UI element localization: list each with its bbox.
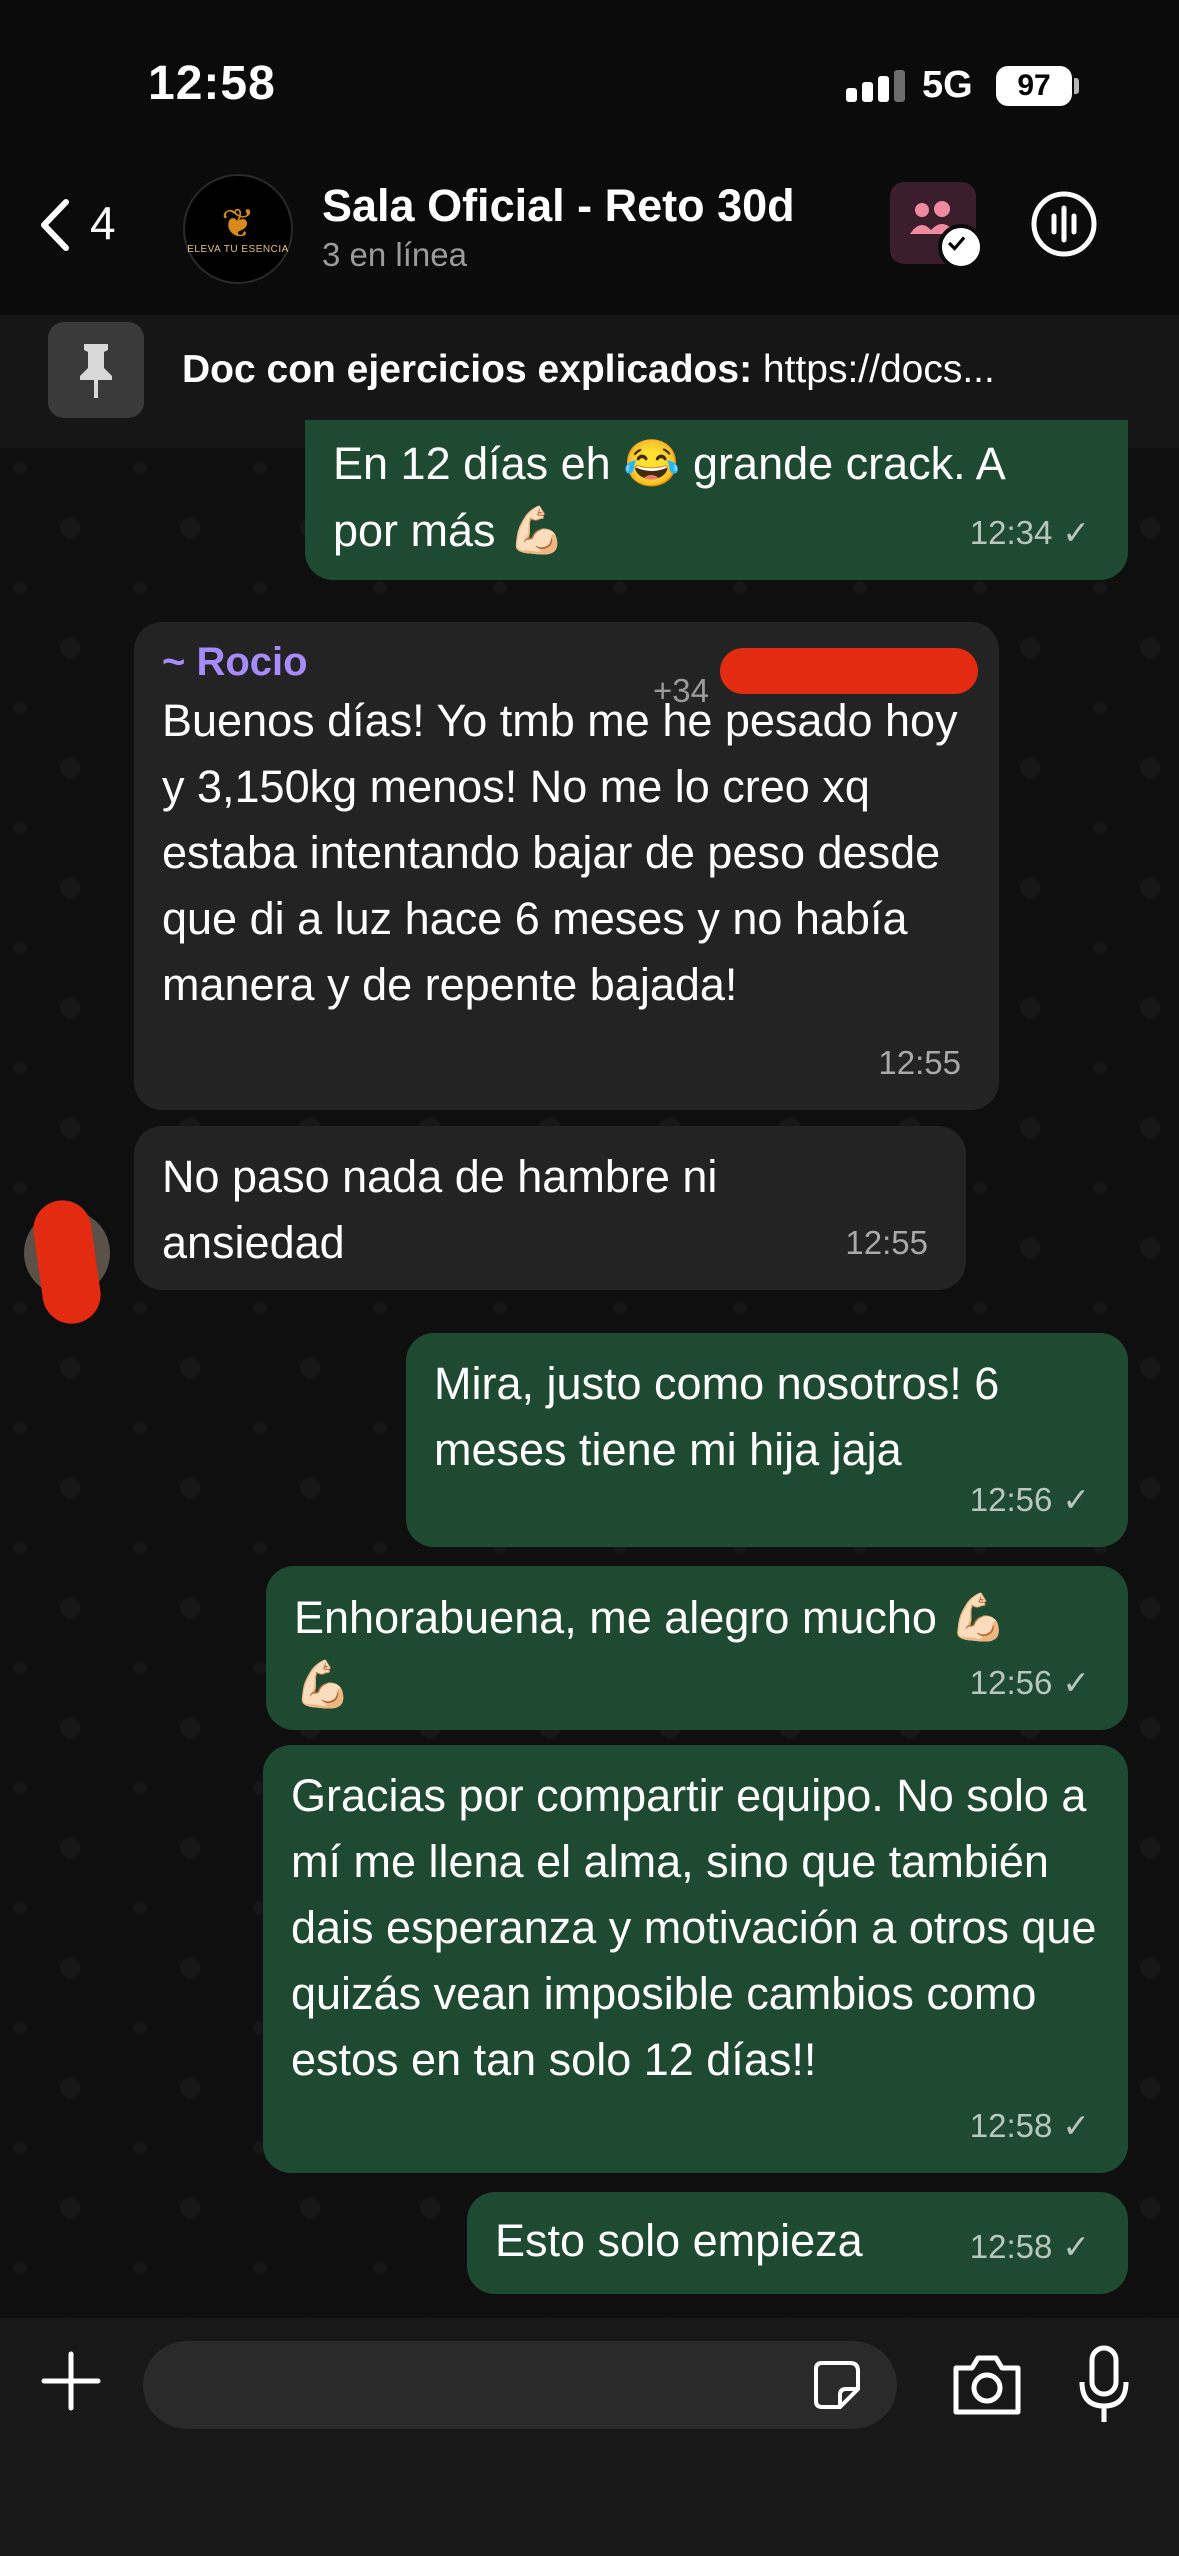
sent-check-icon: ✓ (1062, 2228, 1090, 2265)
message-input[interactable] (143, 2341, 897, 2429)
online-count: 3 en línea (322, 236, 467, 273)
redaction-mark (720, 648, 978, 694)
pinned-message-text[interactable]: Doc con ejercicios explicados: https://d… (182, 348, 1122, 392)
message-meta: 12:55 (878, 1044, 961, 1081)
message-meta: 12:58 ✓ (969, 2107, 1090, 2144)
status-time: 12:58 (148, 57, 276, 110)
message-text: No paso nada de hambre ni ansiedad (162, 1151, 718, 1268)
group-avatar[interactable]: ❦ ELEVA TU ESENCIA (183, 174, 293, 284)
camera-icon[interactable] (948, 2348, 1026, 2422)
unread-count[interactable]: 4 (90, 196, 116, 250)
message-bubble-incoming[interactable]: ~ Rocio +34 Buenos días! Yo tmb me he pe… (134, 622, 999, 1110)
phoenix-logo-icon: ❦ (221, 201, 255, 246)
message-text: Buenos días! Yo tmb me he pesado hoy y 3… (162, 695, 958, 1010)
pinned-link[interactable]: https://docs... (763, 348, 995, 391)
pinned-label: Doc con ejercicios explicados: (182, 348, 753, 391)
message-meta: 12:55 (845, 1224, 928, 1261)
network-type: 5G (922, 64, 973, 106)
sticker-icon[interactable] (806, 2355, 866, 2415)
message-bubble-incoming[interactable]: No paso nada de hambre ni ansiedad 12:55 (134, 1126, 966, 1290)
sent-check-icon: ✓ (1062, 1481, 1090, 1518)
battery-tip (1074, 78, 1079, 94)
microphone-icon[interactable] (1074, 2342, 1134, 2426)
voice-chat-icon[interactable] (1026, 186, 1102, 262)
chat-title[interactable]: Sala Oficial - Reto 30d (322, 180, 795, 232)
back-arrow-icon[interactable] (22, 190, 92, 260)
message-meta: 12:34 ✓ (969, 514, 1090, 551)
message-text: Gracias por compartir equipo. No solo a … (291, 1770, 1097, 2085)
message-bubble-outgoing[interactable]: Gracias por compartir equipo. No solo a … (263, 1745, 1128, 2173)
community-button[interactable] (890, 182, 984, 270)
message-text: Mira, justo como nosotros! 6 meses tiene… (434, 1358, 1000, 1475)
avatar-logo-text: ELEVA TU ESENCIA (187, 243, 289, 255)
battery-icon: 97 (996, 66, 1072, 106)
message-bubble-outgoing[interactable]: Mira, justo como nosotros! 6 meses tiene… (406, 1333, 1128, 1547)
message-bubble-outgoing[interactable]: Esto solo empieza 12:58 ✓ (467, 2192, 1128, 2294)
message-meta: 12:58 ✓ (969, 2228, 1090, 2265)
message-bubble-outgoing[interactable]: En 12 días eh 😂 grande crack. A por más … (305, 420, 1128, 580)
pin-icon (48, 322, 144, 418)
message-bubble-outgoing[interactable]: Enhorabuena, me alegro mucho 💪🏻 💪🏻 12:56 ✓ (266, 1566, 1128, 1730)
message-meta: 12:56 ✓ (969, 1481, 1090, 1518)
signal-icon (846, 70, 905, 102)
plus-icon[interactable] (36, 2346, 106, 2416)
sent-check-icon: ✓ (1062, 1664, 1090, 1701)
sent-check-icon: ✓ (1062, 2107, 1090, 2144)
check-badge-icon (938, 224, 984, 270)
message-meta: 12:56 ✓ (969, 1664, 1090, 1701)
sender-phone: +34 (653, 672, 709, 709)
sent-check-icon: ✓ (1062, 514, 1090, 551)
